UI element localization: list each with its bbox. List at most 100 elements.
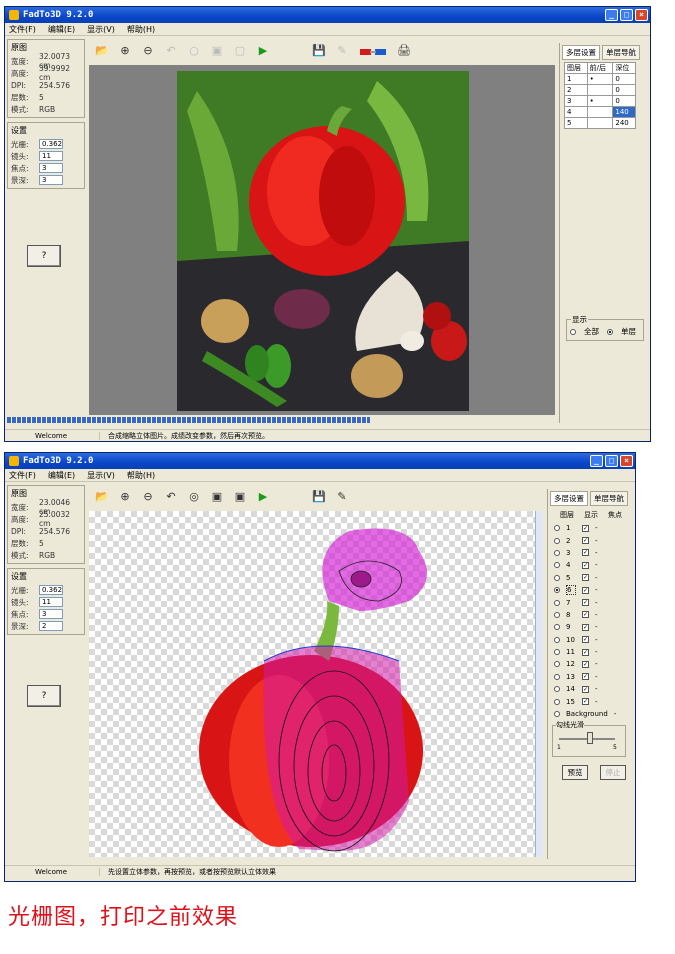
image-canvas[interactable] <box>89 65 555 415</box>
layer-row[interactable]: 15 ✓ - <box>552 695 635 707</box>
depth-input[interactable] <box>39 621 63 631</box>
menu-edit[interactable]: 编辑(E) <box>48 24 75 35</box>
zoom-out-icon[interactable]: ⊖ <box>141 490 155 504</box>
layer-row[interactable]: 1 ✓ - <box>552 522 635 534</box>
radio-all[interactable] <box>570 328 576 335</box>
save-icon[interactable]: 💾 <box>312 490 326 504</box>
layer-visible-checkbox[interactable]: ✓ <box>582 574 589 582</box>
zoom-in-icon[interactable]: ⊕ <box>118 490 132 504</box>
layer-row[interactable]: 10 ✓ - <box>552 634 635 646</box>
table-cell[interactable]: 0 <box>612 73 636 85</box>
layer-row[interactable]: 4 ✓ - <box>552 559 635 571</box>
tab-single-layer[interactable]: 单层导航 <box>602 45 640 60</box>
layer-visible-checkbox[interactable]: ✓ <box>582 648 589 656</box>
layer-radio[interactable] <box>554 611 560 618</box>
focus-input[interactable] <box>39 163 63 173</box>
depth-input[interactable] <box>39 175 63 185</box>
layer-row[interactable]: 3 ✓ - <box>552 547 635 559</box>
layer-radio[interactable] <box>554 549 560 556</box>
close-button[interactable]: × <box>635 9 648 21</box>
table-row[interactable]: 5 240 <box>564 117 636 129</box>
square-tool-icon[interactable]: ▣ <box>233 490 247 504</box>
layer-radio[interactable] <box>554 587 560 594</box>
layer-radio[interactable] <box>554 636 560 643</box>
minimize-button[interactable]: _ <box>605 9 618 21</box>
menu-help[interactable]: 帮助(H) <box>127 24 155 35</box>
open-folder-icon[interactable]: 📂 <box>95 44 109 58</box>
zoom-out-icon[interactable]: ⊖ <box>141 44 155 58</box>
table-row[interactable]: 4 140 <box>564 106 636 118</box>
layer-visible-checkbox[interactable]: ✓ <box>582 636 589 644</box>
layer-radio[interactable] <box>554 562 560 569</box>
maximize-button[interactable]: □ <box>620 9 633 21</box>
square-tool-icon[interactable]: ▢ <box>233 44 247 58</box>
tab-single-layer[interactable]: 单层导航 <box>590 491 628 506</box>
layer-radio[interactable] <box>554 574 560 581</box>
minimize-button[interactable]: _ <box>590 455 603 467</box>
layer-radio[interactable] <box>554 624 560 631</box>
layer-visible-checkbox[interactable]: ✓ <box>582 698 589 706</box>
layer-row-selected[interactable]: 6 ✓ - <box>552 584 635 596</box>
layer-row[interactable]: 7 ✓ - <box>552 596 635 608</box>
layer-visible-checkbox[interactable]: ✓ <box>582 660 589 668</box>
layer-visible-checkbox[interactable]: ✓ <box>582 549 589 557</box>
frame-tool-icon[interactable]: ▣ <box>210 490 224 504</box>
raster-input[interactable] <box>39 585 63 595</box>
frame-tool-icon[interactable]: ▣ <box>210 44 224 58</box>
table-cell[interactable]: 240 <box>612 117 636 129</box>
tab-multi-layer[interactable]: 多层设置 <box>550 491 588 506</box>
zoom-in-icon[interactable]: ⊕ <box>118 44 132 58</box>
layer-row[interactable]: Background - <box>552 708 635 720</box>
layer-row[interactable]: 11 ✓ - <box>552 646 635 658</box>
menu-view[interactable]: 显示(V) <box>87 24 115 35</box>
menu-edit[interactable]: 编辑(E) <box>48 470 75 481</box>
table-row[interactable]: 1 • 0 <box>564 73 636 85</box>
layer-row[interactable]: 8 ✓ - <box>552 609 635 621</box>
layer-row[interactable]: 5 ✓ - <box>552 572 635 584</box>
layer-visible-checkbox[interactable]: ✓ <box>582 623 589 631</box>
layer-radio[interactable] <box>554 599 560 606</box>
radio-single[interactable] <box>607 328 613 335</box>
table-cell[interactable]: 0 <box>612 95 636 107</box>
layer-visible-checkbox[interactable]: ✓ <box>582 537 589 545</box>
layer-radio[interactable] <box>554 673 560 680</box>
layer-radio[interactable] <box>554 649 560 656</box>
table-cell[interactable]: 0 <box>612 84 636 96</box>
help-button[interactable]: ? <box>27 685 61 707</box>
layer-row[interactable]: 9 ✓ - <box>552 621 635 633</box>
layer-radio[interactable] <box>554 711 560 718</box>
open-folder-icon[interactable]: 📂 <box>95 490 109 504</box>
layer-visible-checkbox[interactable]: ✓ <box>582 599 589 607</box>
layer-visible-checkbox[interactable]: ✓ <box>582 673 589 681</box>
tab-multi-layer[interactable]: 多层设置 <box>562 45 600 60</box>
menu-file[interactable]: 文件(F) <box>9 470 36 481</box>
layer-row[interactable]: 2 ✓ - <box>552 534 635 546</box>
play-icon[interactable]: ▶ <box>256 490 270 504</box>
maximize-button[interactable]: □ <box>605 455 618 467</box>
table-row[interactable]: 3 • 0 <box>564 95 636 107</box>
layer-radio[interactable] <box>554 686 560 693</box>
table-row[interactable]: 20 <box>564 84 636 96</box>
close-button[interactable]: × <box>620 455 633 467</box>
menu-file[interactable]: 文件(F) <box>9 24 36 35</box>
smooth-slider-thumb[interactable] <box>587 732 593 744</box>
layer-radio[interactable] <box>554 661 560 668</box>
layer-row[interactable]: 12 ✓ - <box>552 658 635 670</box>
print-icon[interactable]: 🖨 <box>397 44 411 58</box>
layer-visible-checkbox[interactable]: ✓ <box>582 611 589 619</box>
save-icon[interactable]: 💾 <box>312 44 326 58</box>
focus-input[interactable] <box>39 609 63 619</box>
play-icon[interactable]: ▶ <box>256 44 270 58</box>
vertical-scrollbar[interactable] <box>535 511 543 857</box>
circle-tool-icon[interactable]: ◎ <box>187 490 201 504</box>
circle-tool-icon[interactable]: ○ <box>187 44 201 58</box>
stop-button[interactable]: 停止 <box>600 765 626 780</box>
menu-view[interactable]: 显示(V) <box>87 470 115 481</box>
layer-radio[interactable] <box>554 698 560 705</box>
layer-row[interactable]: 13 ✓ - <box>552 671 635 683</box>
help-button[interactable]: ? <box>27 245 61 267</box>
layer-radio[interactable] <box>554 525 560 532</box>
pen-icon[interactable]: ✎ <box>335 490 349 504</box>
3d-glasses-icon[interactable] <box>358 44 388 58</box>
lens-input[interactable] <box>39 597 63 607</box>
